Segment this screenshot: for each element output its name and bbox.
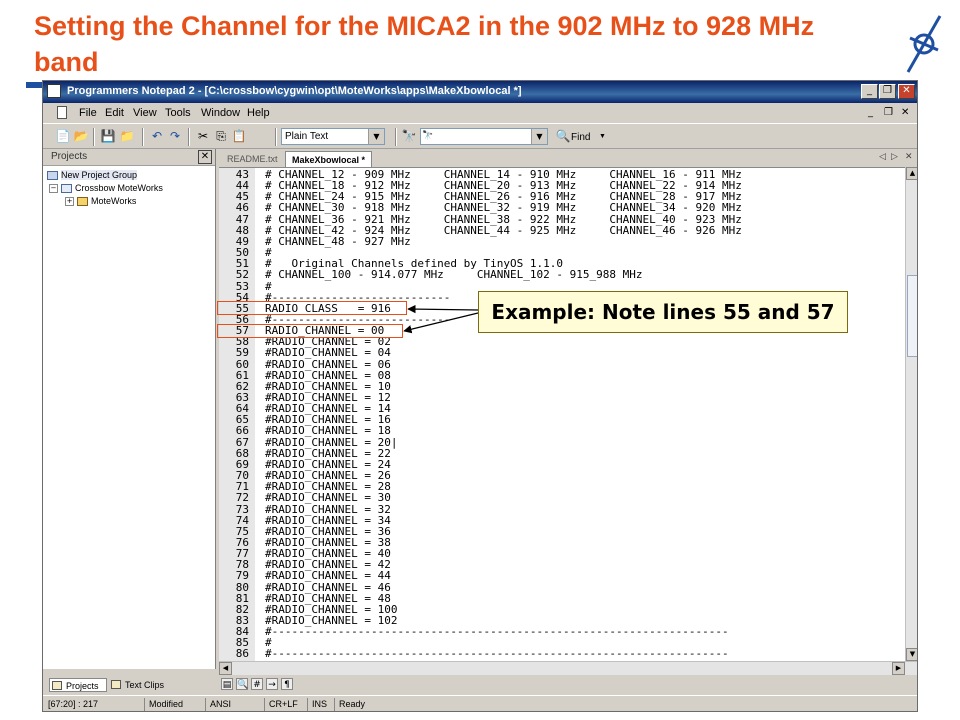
tab-text-clips-label: Text Clips: [125, 680, 165, 690]
search-input[interactable]: 🔭 ▼: [420, 128, 548, 145]
document-tabs: README.txt MakeXbowlocal * ◁ ▷ ✕: [219, 149, 917, 167]
tab-makexbowlocal[interactable]: MakeXbowlocal *: [285, 151, 373, 167]
folder-icon: [77, 197, 88, 207]
tree-item-moteworks[interactable]: + MoteWorks: [65, 195, 136, 208]
mdi-minimize-button[interactable]: _: [868, 107, 873, 118]
window-titlebar[interactable]: Programmers Notepad 2 - [C:\crossbow\cyg…: [43, 81, 917, 103]
line-55-highlight: [217, 301, 407, 315]
arrow-right-icon[interactable]: →: [266, 678, 278, 690]
scroll-up-icon[interactable]: ▲: [906, 167, 917, 180]
window-title: Programmers Notepad 2 - [C:\crossbow\cyg…: [67, 85, 522, 97]
tree-item-label: MoteWorks: [91, 196, 137, 206]
toolbar-separator: [188, 128, 190, 146]
close-button[interactable]: ✕: [898, 84, 915, 99]
scheme-select[interactable]: Plain Text ▼: [281, 128, 385, 145]
chevron-down-icon[interactable]: ▼: [368, 129, 384, 144]
projects-panel-title: Projects: [51, 151, 88, 162]
new-file-icon[interactable]: 📄: [55, 129, 71, 144]
projects-panel-header: Projects ✕: [43, 149, 215, 166]
tab-text-clips[interactable]: Text Clips: [109, 678, 175, 692]
pilcrow-icon[interactable]: ¶: [281, 678, 293, 690]
redo-icon[interactable]: ↷: [167, 129, 183, 144]
find-label[interactable]: Find: [571, 132, 590, 143]
menu-help[interactable]: Help: [247, 107, 270, 119]
find-results-icon[interactable]: 🔍: [236, 678, 248, 690]
copy-icon[interactable]: ⎘: [213, 129, 229, 144]
text-clips-tab-icon: [111, 680, 121, 689]
slide-title: Setting the Channel for the MICA2 in the…: [34, 11, 815, 77]
toolbar-separator: [142, 128, 144, 146]
menu-bar: File Edit View Tools Window Help _ ❐ ✕: [43, 103, 917, 123]
find-icon[interactable]: 🔍: [555, 129, 571, 144]
vertical-scrollbar[interactable]: ▲ ▼: [905, 167, 917, 661]
tab-projects[interactable]: Projects: [49, 678, 107, 692]
menu-view[interactable]: View: [133, 107, 157, 119]
status-modified: Modified: [146, 698, 206, 711]
toolbar-separator: [93, 128, 95, 146]
find-dropdown-icon[interactable]: ▼: [599, 133, 606, 140]
tree-item-label: New Project Group: [61, 170, 138, 180]
cut-icon[interactable]: ✂: [195, 129, 211, 144]
minimize-button[interactable]: _: [861, 84, 878, 99]
app-icon: [47, 84, 61, 98]
line-57-highlight: [217, 324, 403, 338]
tab-projects-label: Projects: [66, 681, 99, 691]
status-insert-mode: INS: [309, 698, 335, 711]
tree-item-label: Crossbow MoteWorks: [75, 183, 163, 193]
menu-file[interactable]: File: [79, 107, 97, 119]
horizontal-scrollbar[interactable]: ◀ ▶: [219, 661, 917, 675]
projects-tab-icon: [52, 681, 62, 690]
tab-readme[interactable]: README.txt: [221, 151, 284, 167]
menu-tools[interactable]: Tools: [165, 107, 191, 119]
tree-item-crossbow-moteworks[interactable]: − Crossbow MoteWorks: [49, 182, 163, 195]
close-panel-button[interactable]: ✕: [198, 150, 212, 164]
menu-window[interactable]: Window: [201, 107, 240, 119]
tree-item-new-project-group[interactable]: New Project Group: [47, 169, 138, 182]
search-field-icon: 🔭: [422, 131, 434, 141]
projects-panel: Projects ✕ New Project Group − Crossbow M…: [43, 149, 216, 669]
paste-icon[interactable]: 📋: [231, 129, 247, 144]
scroll-down-icon[interactable]: ▼: [906, 648, 917, 661]
undo-icon[interactable]: ↶: [149, 129, 165, 144]
mdi-close-button[interactable]: ✕: [901, 107, 909, 118]
toolbar-separator: [395, 128, 397, 146]
compass-logo-icon: [906, 15, 942, 73]
code-editor[interactable]: 43 # CHANNEL_12 - 909 MHz CHANNEL_14 - 91…: [219, 167, 905, 662]
document-icon: [57, 106, 67, 119]
status-bar: [67:20] : 217 Modified ANSI CR+LF INS Re…: [43, 695, 917, 711]
scroll-right-icon[interactable]: ▶: [892, 662, 905, 675]
restore-button[interactable]: ❐: [879, 84, 896, 99]
output-toolbar: ▤ 🔍 # → ¶: [219, 677, 339, 693]
tab-prev-icon[interactable]: ◁: [879, 152, 886, 162]
status-ready: Ready: [339, 699, 366, 709]
project-icon: [61, 184, 72, 194]
programmers-notepad-window: Programmers Notepad 2 - [C:\crossbow\cyg…: [42, 80, 918, 712]
main-toolbar: 📄 📂 💾 📁 ↶ ↷ ✂ ⎘ 📋 Plain Text ▼ 🔭 🔭 ▼ 🔍 F…: [43, 123, 917, 149]
callout-note: Example: Note lines 55 and 57: [478, 291, 848, 333]
scroll-left-icon[interactable]: ◀: [219, 662, 232, 675]
chevron-down-icon[interactable]: ▼: [531, 129, 547, 144]
project-group-icon: [47, 171, 58, 181]
find-in-files-icon[interactable]: 🔭: [401, 129, 417, 144]
collapse-icon[interactable]: −: [49, 184, 58, 194]
toolbar-separator: [275, 128, 277, 146]
tab-close-icon[interactable]: ✕: [905, 152, 913, 162]
status-position: [67:20] : 217: [45, 698, 145, 711]
grid-icon[interactable]: #: [251, 678, 263, 690]
panel-tabs: Projects Text Clips: [43, 677, 215, 693]
menu-edit[interactable]: Edit: [105, 107, 124, 119]
status-line-endings: CR+LF: [266, 698, 308, 711]
save-icon[interactable]: 💾: [100, 129, 116, 144]
open-project-icon[interactable]: 📁: [119, 129, 135, 144]
open-folder-icon[interactable]: 📂: [73, 129, 89, 144]
mdi-restore-button[interactable]: ❐: [884, 107, 893, 118]
scroll-thumb[interactable]: [907, 275, 917, 357]
scheme-select-value: Plain Text: [285, 131, 329, 142]
expand-icon[interactable]: +: [65, 197, 74, 207]
tab-next-icon[interactable]: ▷: [891, 152, 898, 162]
output-icon[interactable]: ▤: [221, 678, 233, 690]
status-encoding: ANSI: [207, 698, 265, 711]
